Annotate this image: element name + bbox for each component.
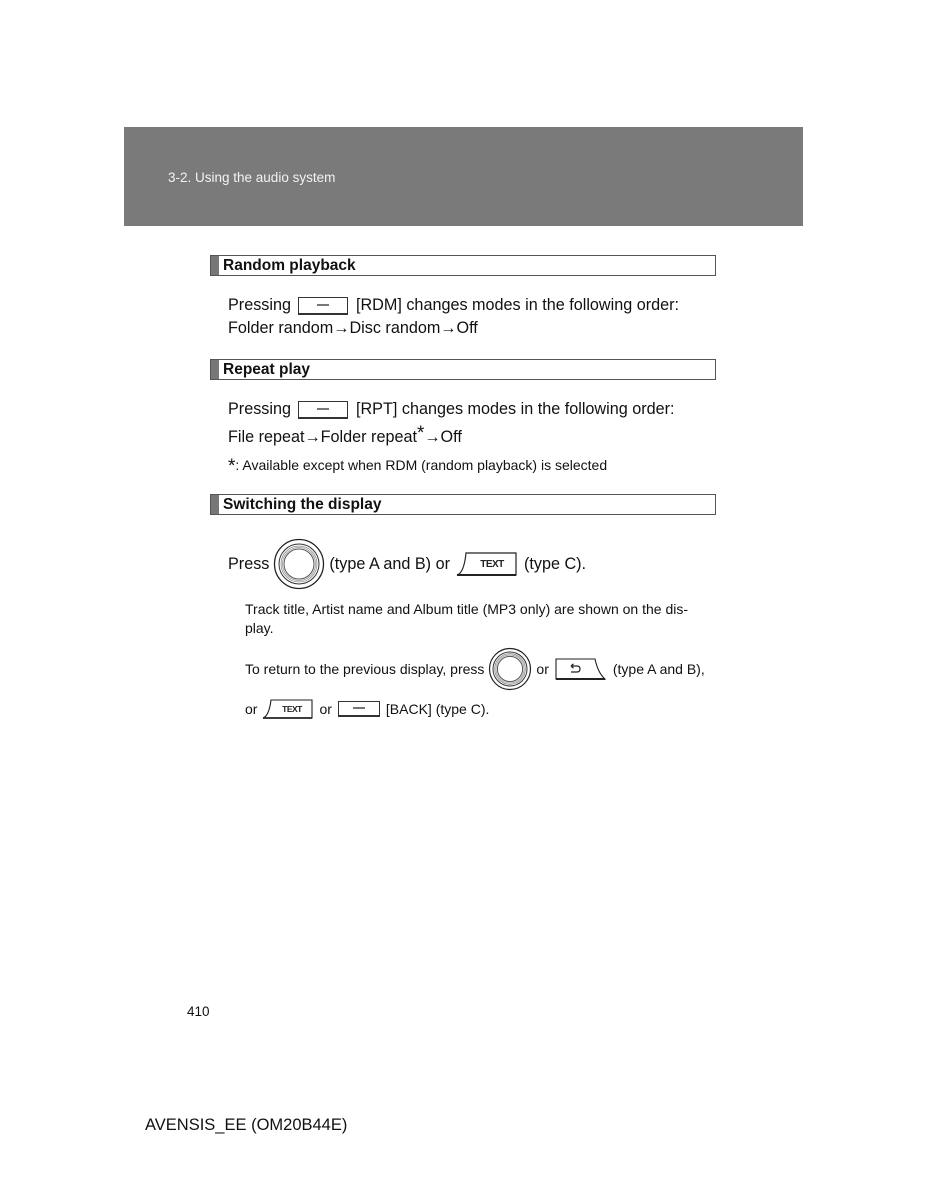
text-type-c: (type C).	[523, 555, 587, 573]
section-title: Repeat play	[223, 361, 311, 378]
text-press: Press	[228, 555, 270, 573]
display-info-line1: Track title, Artist name and Album title…	[245, 601, 689, 617]
display-info-line2: play.	[245, 620, 274, 636]
section-header-random-playback: Random playback	[210, 255, 716, 276]
section-tab-marker	[211, 256, 219, 275]
rect-button-icon	[337, 701, 380, 717]
chapter-title: 3-2. Using the audio system	[168, 170, 336, 185]
return-instruction: To return to the previous display, press…	[245, 647, 705, 691]
section-header-repeat-play: Repeat play	[210, 359, 716, 380]
text-button-label: TEXT	[480, 559, 504, 570]
back-button-icon	[555, 658, 607, 680]
text-button-icon: TEXT	[263, 699, 314, 719]
section-header-switching-display: Switching the display	[210, 494, 716, 515]
repeat-footnote: *: Available except when RDM (random pla…	[228, 456, 607, 476]
display-instruction: Press (type A and B) or TEXT (type C).	[228, 538, 587, 590]
repeat-mode-order: File repeat→Folder repeat*→Off	[228, 424, 462, 447]
text-pressing: Pressing	[228, 296, 291, 314]
section-title: Random playback	[223, 257, 356, 274]
text-button-icon: TEXT	[456, 552, 517, 576]
page-number: 410	[187, 1004, 210, 1019]
text-or: or	[319, 701, 332, 717]
text-repeat-modes: File repeat→Folder repeat	[228, 428, 417, 446]
text-rpt-order: [RPT] changes modes in the following ord…	[355, 400, 675, 418]
text-or: or	[245, 701, 258, 717]
knob-button-icon	[489, 647, 532, 691]
rect-button-icon	[298, 400, 349, 419]
repeat-instruction: Pressing [RPT] changes modes in the foll…	[228, 399, 675, 419]
text-or: or	[536, 661, 549, 677]
text-off: →Off	[424, 428, 462, 446]
rect-button-icon	[298, 296, 349, 315]
footnote-text: : Available except when RDM (random play…	[235, 457, 608, 473]
text-pressing: Pressing	[228, 400, 291, 418]
text-back-type-c: [BACK] (type C).	[385, 701, 490, 717]
knob-button-icon	[274, 538, 325, 590]
text-button-label: TEXT	[283, 704, 304, 714]
section-tab-marker	[211, 495, 219, 514]
model-code: AVENSIS_EE (OM20B44E)	[145, 1116, 348, 1134]
random-mode-order: Folder random→Disc random→Off	[228, 319, 478, 337]
text-type-ab-or: (type A and B) or	[329, 555, 450, 573]
section-title: Switching the display	[223, 496, 382, 513]
random-instruction: Pressing [RDM] changes modes in the foll…	[228, 295, 679, 315]
text-return: To return to the previous display, press	[245, 661, 485, 677]
section-tab-marker	[211, 360, 219, 379]
text-rdm-order: [RDM] changes modes in the following ord…	[355, 296, 679, 314]
chapter-header-band: 3-2. Using the audio system	[124, 127, 803, 226]
return-instruction-cont: or TEXT or [BACK] (type C).	[245, 697, 489, 721]
text-type-ab: (type A and B),	[612, 661, 705, 677]
